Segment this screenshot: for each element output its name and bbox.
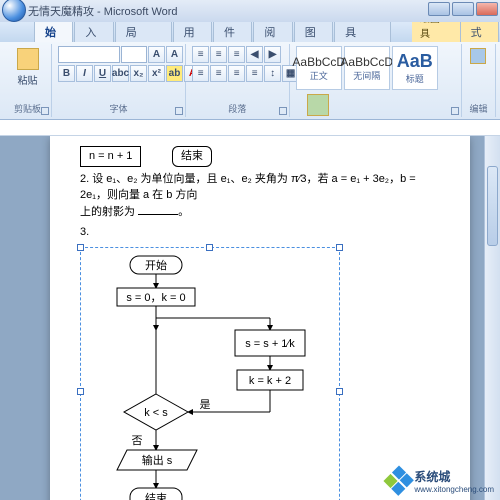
italic-button[interactable]: I [76,65,93,82]
shrink-font-button[interactable]: A [166,46,183,63]
group-label: 段落 [192,102,283,115]
group-styles: AaBbCcD 正文 AaBbCcD 无间隔 AaB 标题 更改样式 样式 [290,44,462,117]
prev-fragment: n = n + 1 结束 [80,146,440,167]
grow-font-button[interactable]: A [148,46,165,63]
question-2: 2. 设 e₁、e₂ 为单位向量，且 e₁、e₂ 夹角为 π⁄3，若 a = e… [80,171,440,221]
scrollbar-thumb[interactable] [487,166,498,246]
close-button[interactable] [476,2,498,16]
flowchart-selection[interactable]: 开始 s = 0，k = 0 s = s + 1⁄k k = k + 2 [80,247,340,500]
watermark-text: 系统城 [414,468,494,485]
resize-handle-n[interactable] [206,244,213,251]
style-normal[interactable]: AaBbCcD 正文 [296,46,342,90]
font-family-input[interactable] [58,46,120,63]
svg-text:s = s + 1⁄k: s = s + 1⁄k [245,338,295,350]
flowchart-svg: 开始 s = 0，k = 0 s = s + 1⁄k k = k + 2 [85,252,337,500]
align-right-button[interactable]: ≡ [228,65,245,82]
svg-text:结束: 结束 [145,492,167,500]
resize-handle-nw[interactable] [77,244,84,251]
superscript-button[interactable]: x² [148,65,165,82]
document-area: n = n + 1 结束 2. 设 e₁、e₂ 为单位向量，且 e₁、e₂ 夹角… [0,136,500,500]
resize-handle-e[interactable] [336,388,343,395]
group-label: 字体 [58,102,179,115]
underline-button[interactable]: U [94,65,111,82]
line-spacing-button[interactable]: ↕ [264,65,281,82]
clipboard-launcher[interactable] [41,107,49,115]
align-left-button[interactable]: ≡ [192,65,209,82]
ribbon: 粘贴 剪贴板 A A B I U abc x₂ x² ab A 字体 [0,42,500,120]
bold-button[interactable]: B [58,65,75,82]
multilevel-button[interactable]: ≡ [228,46,245,63]
paragraph-launcher[interactable] [279,107,287,115]
bullets-button[interactable]: ≡ [192,46,209,63]
watermark-url: www.xitongcheng.com [414,485,494,494]
ribbon-tabs: 开始 插入 页面布局 引用 邮件 审阅 视图 开发工具 绘图工具 格式 [0,22,500,42]
svg-text:s = 0，k = 0: s = 0，k = 0 [126,292,185,304]
indent-dec-button[interactable]: ◀ [246,46,263,63]
group-label: 编辑 [468,102,489,115]
find-icon [470,48,486,64]
window-title: 无情天魔精攻 - Microsoft Word [28,3,178,19]
group-editing: 编辑 [462,44,496,117]
find-button[interactable] [468,46,489,68]
horizontal-ruler[interactable] [0,120,500,136]
group-label: 剪贴板 [10,102,45,115]
highlight-button[interactable]: ab [166,65,183,82]
svg-text:是: 是 [200,398,211,411]
office-button[interactable] [2,0,26,22]
titlebar: 无情天魔精攻 - Microsoft Word [0,0,500,22]
svg-text:k < s: k < s [144,407,168,419]
style-heading[interactable]: AaB 标题 [392,46,438,90]
group-font: A A B I U abc x₂ x² ab A 字体 [52,44,186,117]
vertical-scrollbar[interactable] [484,136,500,500]
change-styles-icon [307,94,329,116]
numbering-button[interactable]: ≡ [210,46,227,63]
svg-text:k = k + 2: k = k + 2 [249,375,291,387]
styles-launcher[interactable] [451,107,459,115]
font-launcher[interactable] [175,107,183,115]
group-paragraph: ≡ ≡ ≡ ◀ ▶ ≡ ≡ ≡ ≡ ↕ ▦ 段落 [186,44,290,117]
svg-text:否: 否 [132,435,143,447]
strike-button[interactable]: abc [112,65,129,82]
paste-button[interactable]: 粘贴 [10,46,45,89]
minimize-button[interactable] [428,2,450,16]
svg-text:开始: 开始 [145,258,167,272]
justify-button[interactable]: ≡ [246,65,263,82]
indent-inc-button[interactable]: ▶ [264,46,281,63]
question-3: 3. [80,224,440,241]
subscript-button[interactable]: x₂ [130,65,147,82]
font-size-input[interactable] [121,46,147,63]
watermark-icon [384,465,415,496]
watermark: 系统城 www.xitongcheng.com [388,468,494,494]
style-no-spacing[interactable]: AaBbCcD 无间隔 [344,46,390,90]
paste-icon [17,48,39,70]
group-clipboard: 粘贴 剪贴板 [4,44,52,117]
maximize-button[interactable] [452,2,474,16]
align-center-button[interactable]: ≡ [210,65,227,82]
resize-handle-w[interactable] [77,388,84,395]
resize-handle-ne[interactable] [336,244,343,251]
svg-text:输出 s: 输出 s [142,453,173,467]
page[interactable]: n = n + 1 结束 2. 设 e₁、e₂ 为单位向量，且 e₁、e₂ 夹角… [50,136,470,500]
